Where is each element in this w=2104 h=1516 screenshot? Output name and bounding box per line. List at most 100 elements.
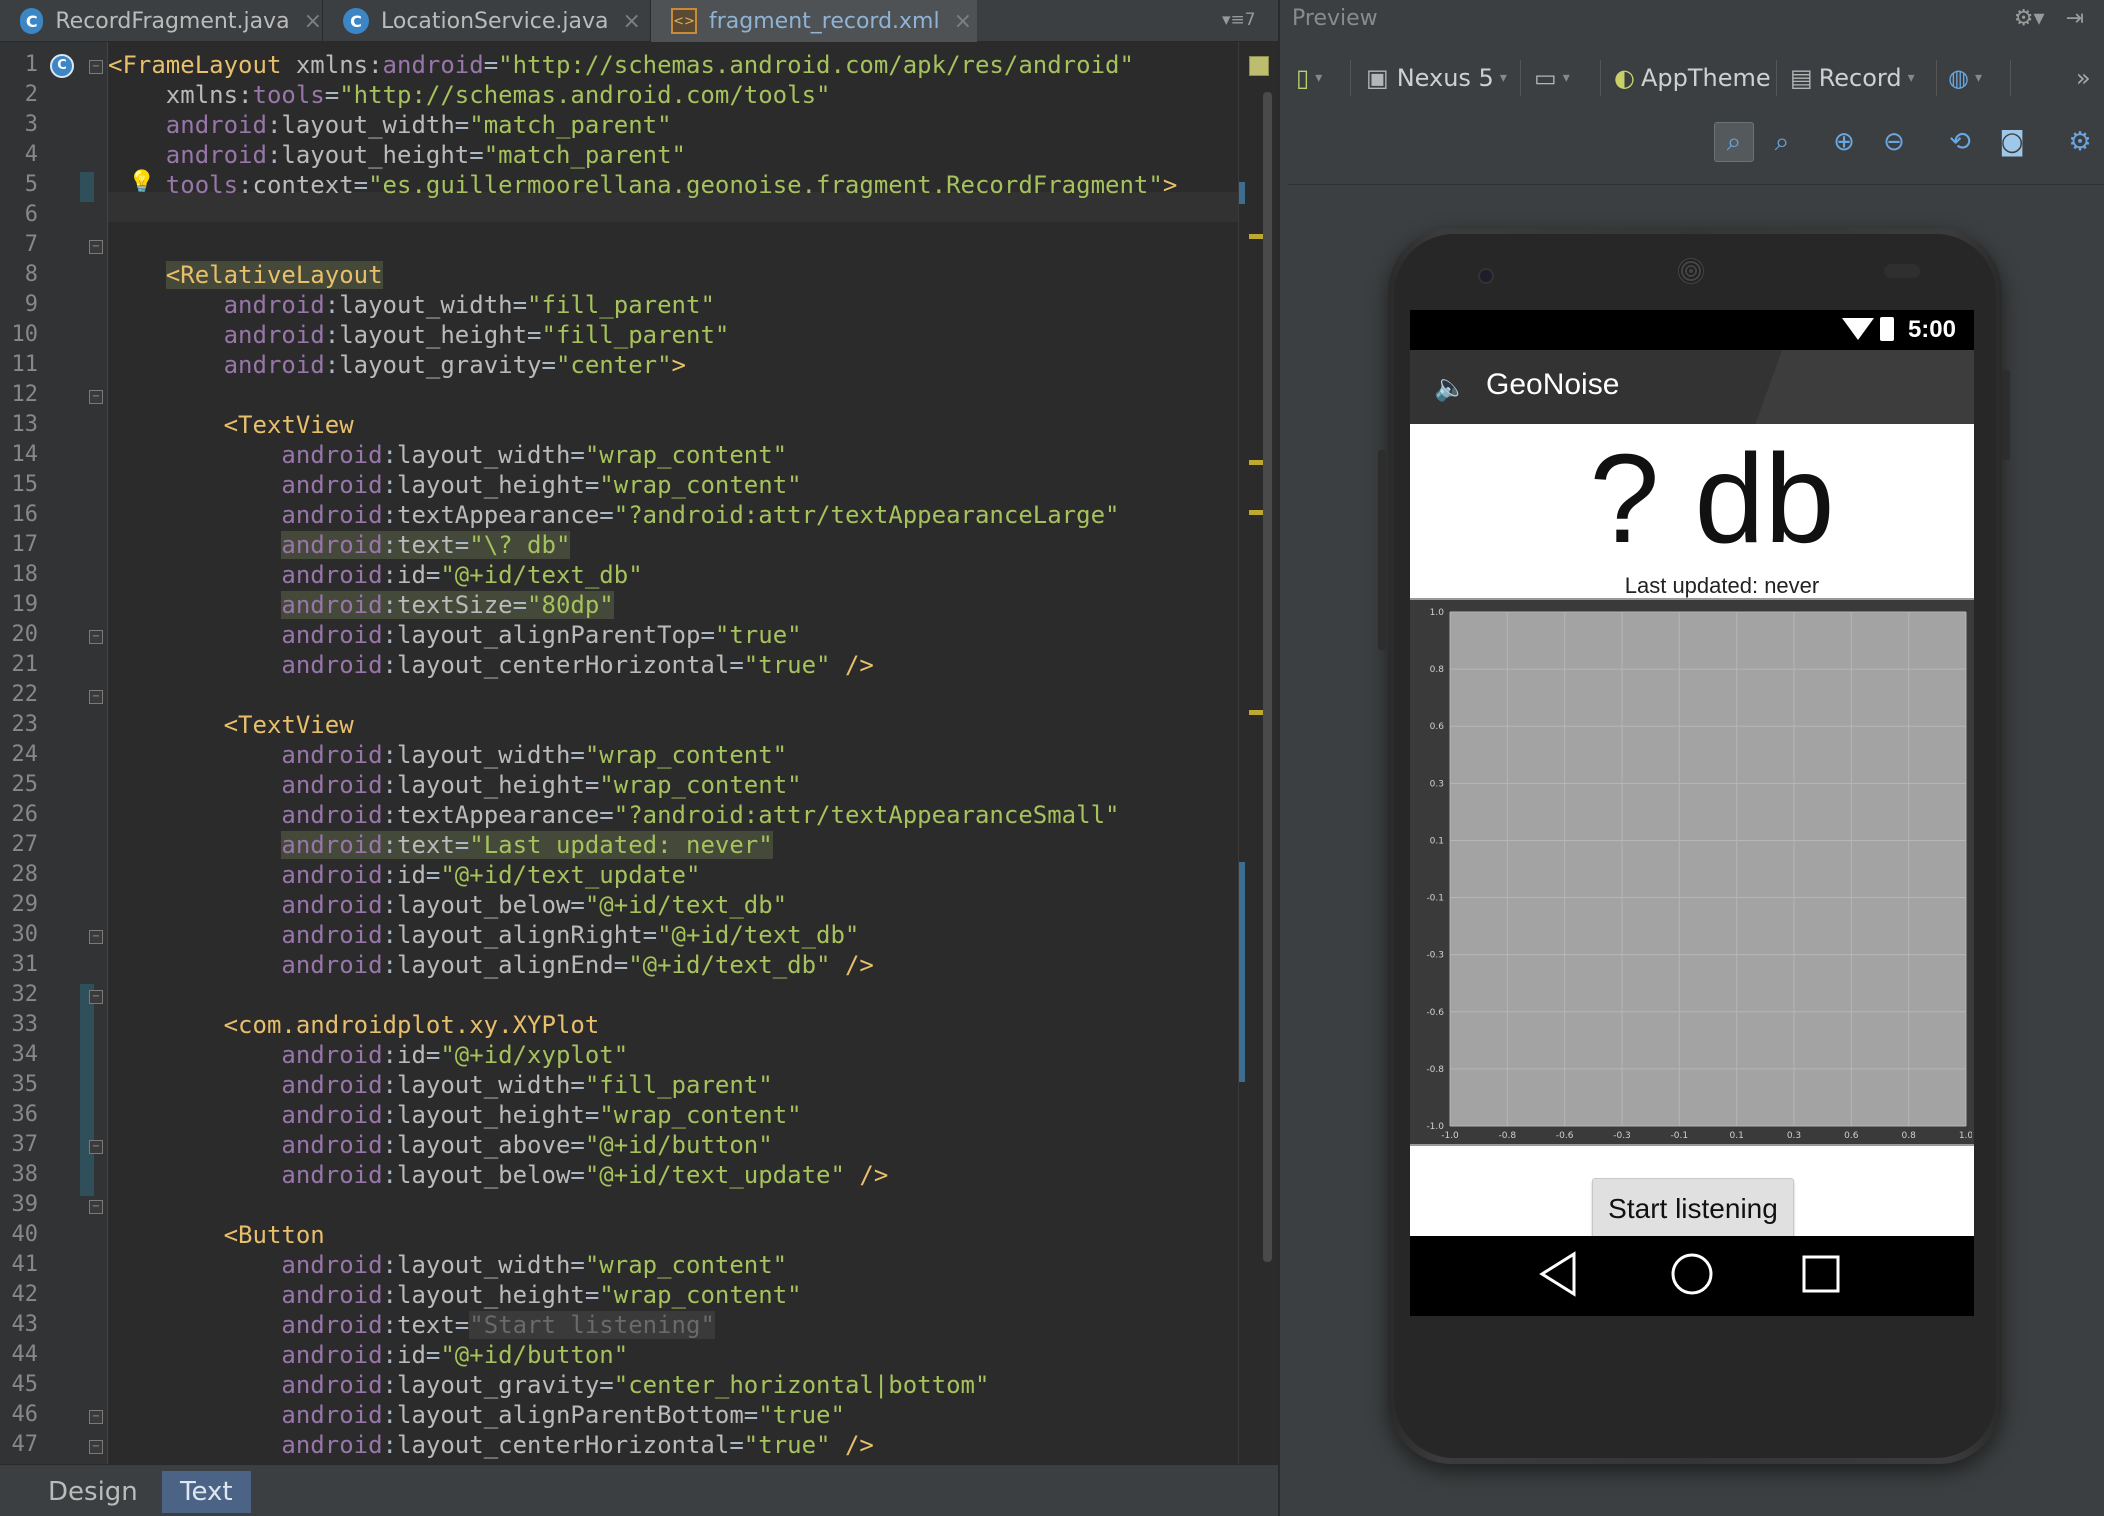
toolbar-divider (1600, 60, 1601, 96)
settings-gear-icon[interactable]: ⚙ (2060, 122, 2100, 162)
fold-icon[interactable]: − (89, 240, 103, 254)
code-line: xmlns:tools="http://schemas.android.com/… (165, 81, 831, 109)
code-line: <RelativeLayout (165, 261, 383, 289)
fold-icon[interactable]: − (89, 690, 103, 704)
change-stripe (1239, 182, 1245, 204)
code-line: android:layout_gravity="center"> (223, 351, 686, 379)
chevron-down-icon: ▾ (1907, 70, 1915, 86)
phone-icon: ▣ (1366, 64, 1389, 92)
hide-panel-icon[interactable]: ⇥ (2066, 6, 2084, 31)
warning-marker[interactable] (1249, 460, 1263, 465)
line-number: 6 (24, 202, 38, 227)
line-number: 47 (11, 1432, 39, 1457)
code-line: tools:context="es.guillermoorellana.geon… (165, 171, 1178, 199)
code-line: android:layout_centerHorizontal="true" /… (281, 651, 874, 679)
line-number: 29 (11, 892, 39, 917)
proximity-sensor (1884, 264, 1920, 278)
chevron-down-icon: ▾ (1499, 70, 1507, 86)
theme-selector[interactable]: ◐ AppTheme (1614, 60, 1771, 96)
zoom-actual-icon[interactable]: ⌕ (1762, 122, 1802, 162)
globe-icon: ◍ (1948, 64, 1969, 92)
code-line: android:textSize="80dp" (281, 591, 614, 619)
chevron-down-icon: ▾ (1315, 70, 1323, 86)
line-number: 40 (11, 1222, 39, 1247)
plot-area (1450, 612, 1966, 1126)
battery-icon (1880, 317, 1894, 341)
device-selector[interactable]: ▣ Nexus 5 ▾ (1366, 60, 1507, 96)
tab-locationservice-java[interactable]: C LocationService.java × (323, 0, 650, 42)
code-line: android:layout_height="wrap_content" (281, 1281, 802, 1309)
panel-title: Preview (1292, 6, 1378, 31)
close-icon[interactable]: × (622, 9, 640, 34)
warning-marker[interactable] (1249, 510, 1263, 515)
code-line: android:layout_alignParentTop="true" (281, 621, 802, 649)
activity-selector[interactable]: ▤ Record ▾ (1790, 60, 1915, 96)
fold-icon[interactable]: − (89, 60, 103, 74)
line-number: 32 (11, 982, 39, 1007)
home-icon[interactable] (1671, 1253, 1713, 1295)
gear-icon[interactable]: ⚙▾ (2014, 6, 2045, 31)
start-listening-button[interactable]: Start listening (1592, 1178, 1794, 1240)
line-number: 24 (11, 742, 39, 767)
recents-icon[interactable] (1802, 1255, 1840, 1293)
vertical-scrollbar[interactable] (1263, 92, 1272, 1262)
line-number: 21 (11, 652, 39, 677)
fold-icon[interactable]: − (89, 630, 103, 644)
camera-icon[interactable]: ◙ (1992, 122, 2032, 162)
close-icon[interactable]: × (304, 9, 322, 34)
chevron-down-icon: ▾≡ (1222, 10, 1245, 30)
theme-icon: ◐ (1614, 64, 1635, 92)
orientation-button[interactable]: ▭ ▾ (1534, 60, 1570, 96)
tab-label: RecordFragment.java (55, 8, 290, 34)
line-number: 11 (11, 352, 39, 377)
toolbar-divider (1520, 60, 1521, 96)
line-number: 3 (24, 112, 38, 137)
fold-icon[interactable]: − (89, 390, 103, 404)
code-line: android:text="Start listening" (281, 1311, 715, 1339)
line-number: 28 (11, 862, 39, 887)
editor-tab-bar: C RecordFragment.java × C LocationServic… (0, 0, 1278, 42)
tab-label: LocationService.java (381, 8, 609, 34)
plot-x-tick-label: 0.8 (1902, 1131, 1917, 1141)
close-icon[interactable]: × (954, 9, 972, 34)
fold-icon[interactable]: − (89, 1140, 103, 1154)
code-line: android:layout_gravity="center_horizonta… (281, 1371, 990, 1399)
line-number: 8 (24, 262, 38, 287)
zoom-out-icon[interactable]: ⊖ (1874, 122, 1914, 162)
zoom-in-icon[interactable]: ⊕ (1824, 122, 1864, 162)
fold-icon[interactable]: − (89, 1410, 103, 1424)
locale-button[interactable]: ◍ ▾ (1948, 60, 1982, 96)
warning-marker[interactable] (1249, 234, 1263, 239)
java-class-icon: C (343, 8, 369, 34)
plot-y-tick-label: 0.8 (1430, 665, 1445, 675)
zoom-fit-icon[interactable]: ⌕ (1714, 122, 1754, 162)
tab-text[interactable]: Text (162, 1471, 251, 1513)
tab-fragment-record-xml[interactable]: <> fragment_record.xml × (651, 0, 977, 42)
line-number: 33 (11, 1012, 39, 1037)
fold-icon[interactable]: − (89, 1440, 103, 1454)
toolbar-divider (1776, 60, 1777, 96)
toolbar-divider (2010, 60, 2011, 96)
code-area[interactable]: <FrameLayout xmlns:android="http://schem… (108, 42, 1238, 1464)
java-class-icon: C (20, 8, 44, 34)
fold-icon[interactable]: − (89, 1200, 103, 1214)
warning-marker[interactable] (1249, 710, 1263, 715)
plot-y-tick-label: -0.1 (1426, 894, 1444, 904)
line-number: 37 (11, 1132, 39, 1157)
db-readout: ? db (1589, 428, 1835, 569)
action-bar: 🔈 GeoNoise (1410, 350, 1974, 424)
xml-file-icon: <> (671, 8, 697, 34)
line-number: 46 (11, 1402, 39, 1427)
tab-overflow-menu[interactable]: ▾≡7 (1222, 10, 1256, 30)
navigation-bar (1410, 1236, 1974, 1316)
more-toolbar-icon[interactable]: » (2076, 60, 2091, 96)
tab-design[interactable]: Design (30, 1471, 156, 1513)
inspection-status-icon[interactable] (1249, 56, 1269, 76)
back-icon[interactable] (1539, 1251, 1576, 1297)
refresh-icon[interactable]: ⟲ (1940, 122, 1980, 162)
plot-y-tick-label: -0.3 (1426, 951, 1444, 961)
fold-icon[interactable]: − (89, 990, 103, 1004)
tab-recordfragment-java[interactable]: C RecordFragment.java × (0, 0, 322, 42)
device-config-button[interactable]: ▯ ▾ (1296, 60, 1322, 96)
fold-icon[interactable]: − (89, 930, 103, 944)
